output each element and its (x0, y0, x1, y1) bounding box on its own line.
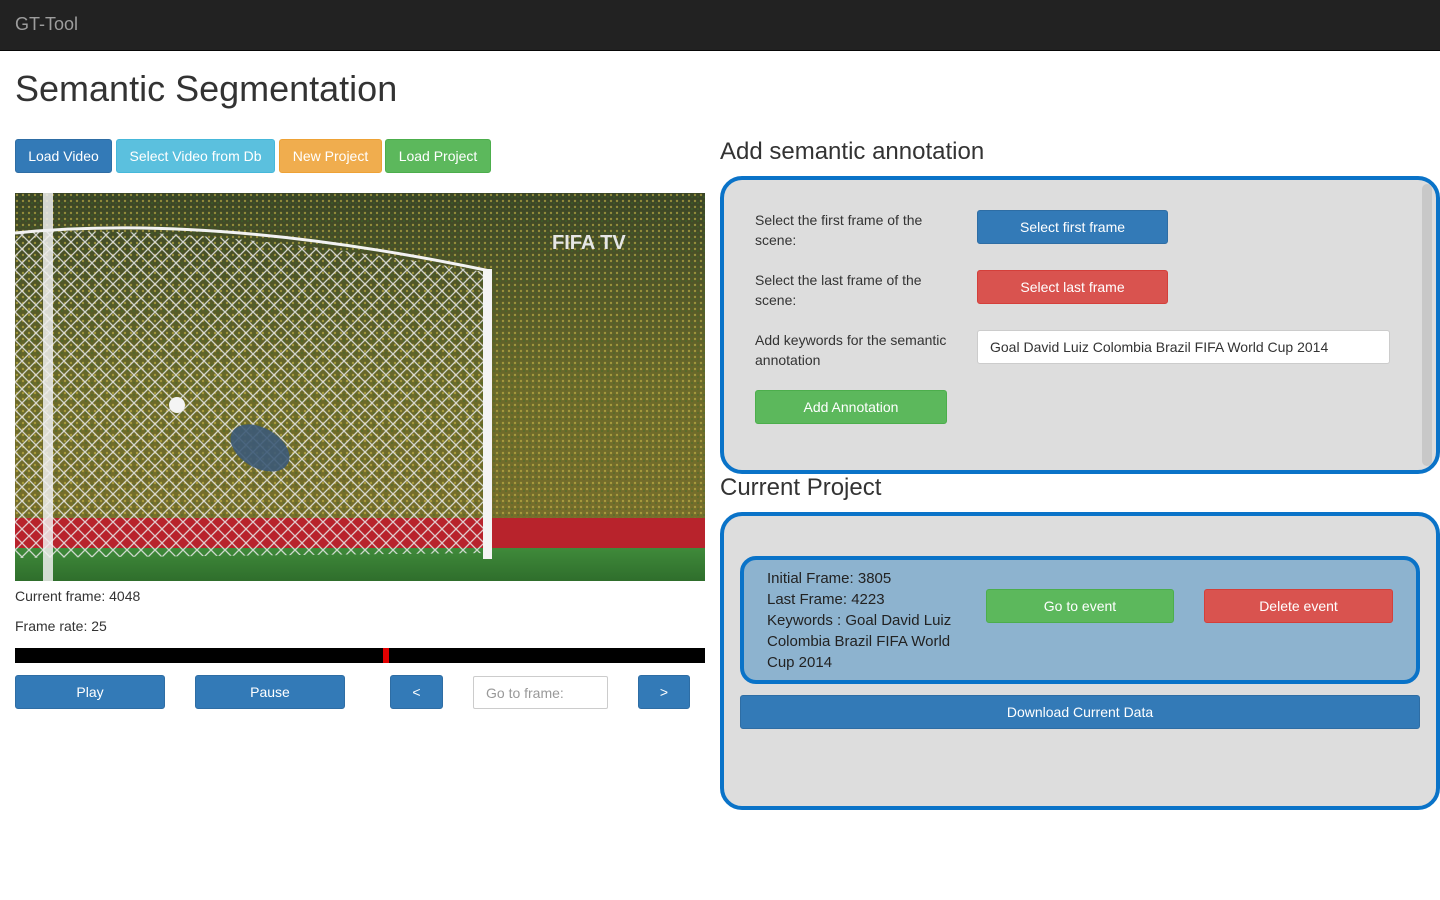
pause-button[interactable]: Pause (195, 675, 345, 709)
event-last-frame: Last Frame: 4223 (767, 591, 885, 608)
page-title: Semantic Segmentation (15, 68, 398, 109)
previous-frame-button[interactable]: < (390, 675, 443, 709)
keywords-label: Add keywords for the semantic annotation (755, 332, 947, 368)
select-first-frame-button[interactable]: Select first frame (977, 210, 1168, 244)
load-video-button[interactable]: Load Video (15, 139, 112, 173)
event-details: Initial Frame: 3805 Last Frame: 4223 Key… (767, 568, 967, 673)
event-keywords: Keywords : Goal David Luiz Colombia Braz… (767, 612, 952, 671)
video-frame-image: FIFA TV (15, 193, 705, 581)
goto-frame-input[interactable] (473, 676, 608, 709)
select-video-db-button[interactable]: Select Video from Db (116, 139, 275, 173)
select-last-frame-button[interactable]: Select last frame (977, 270, 1168, 304)
keywords-input[interactable] (977, 330, 1390, 364)
project-section-title: Current Project (720, 474, 882, 501)
add-annotation-button[interactable]: Add Annotation (755, 390, 947, 424)
delete-event-button[interactable]: Delete event (1204, 589, 1393, 623)
current-frame-text: Current frame: 4048 (15, 588, 141, 604)
event-initial-frame: Initial Frame: 3805 (767, 570, 892, 587)
load-project-button[interactable]: Load Project (385, 139, 491, 173)
new-project-button[interactable]: New Project (279, 139, 382, 173)
go-to-event-button[interactable]: Go to event (986, 589, 1174, 623)
first-frame-label: Select the first frame of the scene: (755, 212, 923, 248)
annotation-section-title: Add semantic annotation (720, 138, 985, 165)
frame-rate-text: Frame rate: 25 (15, 618, 107, 634)
app-brand[interactable]: GT-Tool (15, 14, 78, 35)
last-frame-label: Select the last frame of the scene: (755, 272, 922, 308)
progress-marker[interactable] (383, 648, 389, 663)
annotation-panel-scrollbar[interactable] (1422, 184, 1432, 466)
video-player[interactable]: FIFA TV (15, 193, 705, 581)
fifa-tv-watermark: FIFA TV (552, 232, 626, 254)
next-frame-button[interactable]: > (638, 675, 690, 709)
video-progress-bar[interactable] (15, 648, 705, 663)
navbar: GT-Tool (0, 0, 1440, 51)
play-button[interactable]: Play (15, 675, 165, 709)
download-data-button[interactable]: Download Current Data (740, 695, 1420, 729)
